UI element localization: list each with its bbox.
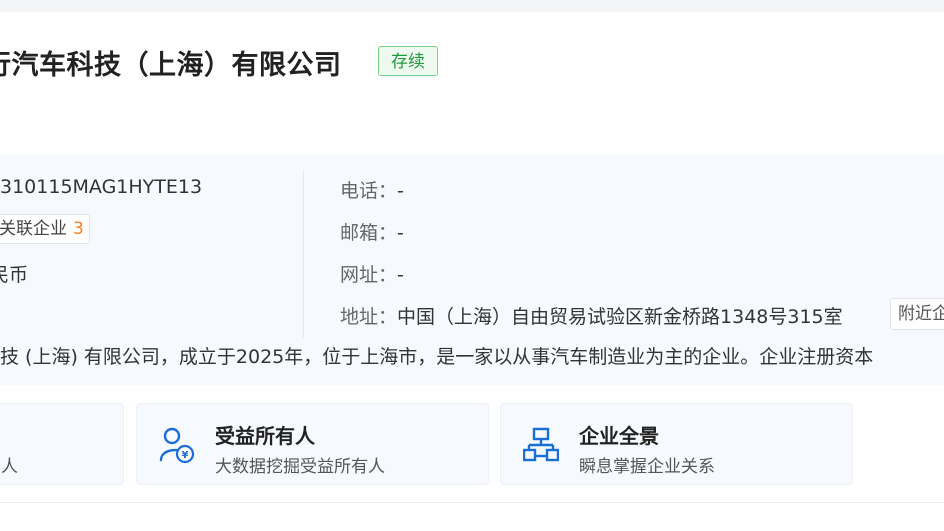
email-row: 邮箱：-	[340, 218, 404, 245]
feature-card-beneficiary[interactable]: ¥ 受益所有人 大数据挖掘受益所有人	[136, 403, 489, 485]
phone-label: 电话：	[340, 180, 398, 202]
nearby-companies-button[interactable]: 附近企业	[890, 298, 944, 330]
company-description: 技 (上海) 有限公司，成立于2025年，位于上海市，是一家以从事汽车制造业为主…	[0, 346, 874, 368]
feature-subtitle: 大数据挖掘受益所有人	[215, 457, 385, 477]
credit-code: 310115MAG1HYTE13	[0, 176, 203, 198]
phone-row: 电话：-	[340, 176, 404, 203]
website-row: 网址：-	[340, 260, 404, 287]
beneficiary-icon: ¥	[159, 427, 195, 464]
website-value: -	[397, 264, 404, 286]
phone-value: -	[397, 180, 404, 202]
feature-card-1[interactable]: 人	[0, 403, 124, 485]
currency-text: 民币	[0, 264, 29, 286]
feature-title: 企业全景	[579, 424, 659, 448]
company-title: 行汽车科技（上海）有限公司	[0, 43, 342, 82]
feature-title: 受益所有人	[215, 424, 315, 448]
address-label: 地址：	[340, 306, 398, 328]
email-value: -	[397, 222, 404, 244]
related-companies-button[interactable]: 关联企业 3	[0, 214, 90, 244]
address-value: 中国（上海）自由贸易试验区新金桥路1348号315室	[397, 306, 843, 328]
svg-text:¥: ¥	[182, 450, 189, 461]
related-companies-count: 3	[73, 219, 84, 239]
website-label: 网址：	[340, 264, 398, 286]
divider	[303, 170, 304, 338]
feature-subtitle: 瞬息掌握企业关系	[579, 457, 715, 477]
status-badge: 存续	[378, 46, 438, 76]
divider	[0, 502, 944, 503]
related-companies-label: 关联企业	[0, 219, 67, 239]
feature-card-panorama[interactable]: 企业全景 瞬息掌握企业关系	[500, 403, 853, 485]
org-chart-icon	[523, 427, 559, 462]
feature-subtitle: 人	[1, 457, 18, 477]
email-label: 邮箱：	[340, 222, 398, 244]
address-row: 地址：中国（上海）自由贸易试验区新金桥路1348号315室	[340, 302, 843, 329]
company-name: 行汽车科技（上海）有限公司	[0, 50, 342, 81]
